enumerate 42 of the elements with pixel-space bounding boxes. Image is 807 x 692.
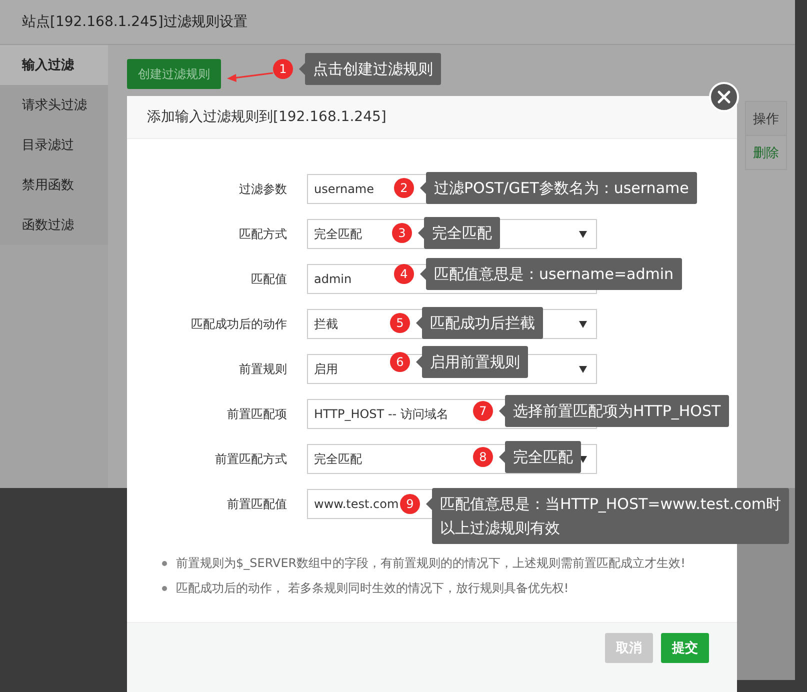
caret-icon (579, 320, 587, 328)
callout-tooltip: 过滤POST/GET参数名为：username (426, 172, 697, 204)
callout-tooltip: 完全匹配 (424, 217, 500, 249)
field-label: 匹配方式 (238, 226, 287, 242)
callout-pointer-icon (499, 405, 505, 417)
dialog-title: 添加输入过滤规则到[192.168.1.245] (147, 108, 386, 126)
callout-pointer-icon (416, 317, 422, 329)
callout-tooltip: 匹配值意思是：username=admin (426, 258, 682, 290)
callout-pointer-icon (420, 182, 426, 194)
field-label: 匹配成功后的动作 (190, 316, 287, 332)
close-icon[interactable] (709, 82, 739, 112)
note-text: 匹配成功后的动作， 若多条规则同时生效的情况下，放行规则具备优先权! (176, 580, 569, 597)
callout-tooltip: 匹配值意思是：当HTTP_HOST=www.test.com时 以上过滤规则有效 (432, 488, 790, 544)
sidebar-item[interactable]: 函数过滤 (0, 205, 108, 245)
callout-pointer-icon (299, 63, 305, 75)
sidebar-item[interactable]: 输入过滤 (0, 45, 108, 85)
field-label: 过滤参数 (238, 180, 287, 198)
field-label: 前置匹配项 (226, 406, 287, 422)
callout-tooltip: 匹配成功后拦截 (422, 307, 543, 339)
callout-tooltip: 选择前置匹配项为HTTP_HOST (505, 395, 729, 427)
callout-tooltip: 启用前置规则 (422, 346, 528, 378)
sidebar-item[interactable]: 请求头过滤 (0, 85, 108, 125)
field-label: 前置匹配值 (226, 496, 287, 512)
column-header: 操作 (746, 102, 786, 136)
callout-pointer-icon (499, 451, 505, 463)
callout-pointer-icon (426, 498, 432, 510)
submit-button[interactable]: 提交 (661, 633, 709, 663)
window-title: 站点[192.168.1.245]过滤规则设置 (22, 13, 248, 31)
field-label: 前置规则 (238, 360, 287, 378)
sidebar-item[interactable]: 禁用函数 (0, 165, 108, 205)
caret-icon (579, 366, 587, 372)
note-text: 前置规则为$_SERVER数组中的字段，有前置规则的的情况下，上述规则需前置匹配成立才生效! (176, 555, 686, 572)
bullet-icon (162, 586, 167, 591)
callout-tooltip: 点击创建过滤规则 (305, 53, 441, 85)
callout-pointer-icon (416, 356, 422, 368)
callout-tooltip: 完全匹配 (505, 441, 581, 473)
callout-pointer-icon (420, 268, 426, 280)
field-label: 前置匹配方式 (214, 450, 287, 468)
sidebar-item[interactable]: 目录滤过 (0, 125, 108, 165)
field-label: 匹配值 (250, 270, 287, 288)
arrow-icon (226, 70, 274, 82)
bullet-icon (162, 561, 167, 566)
